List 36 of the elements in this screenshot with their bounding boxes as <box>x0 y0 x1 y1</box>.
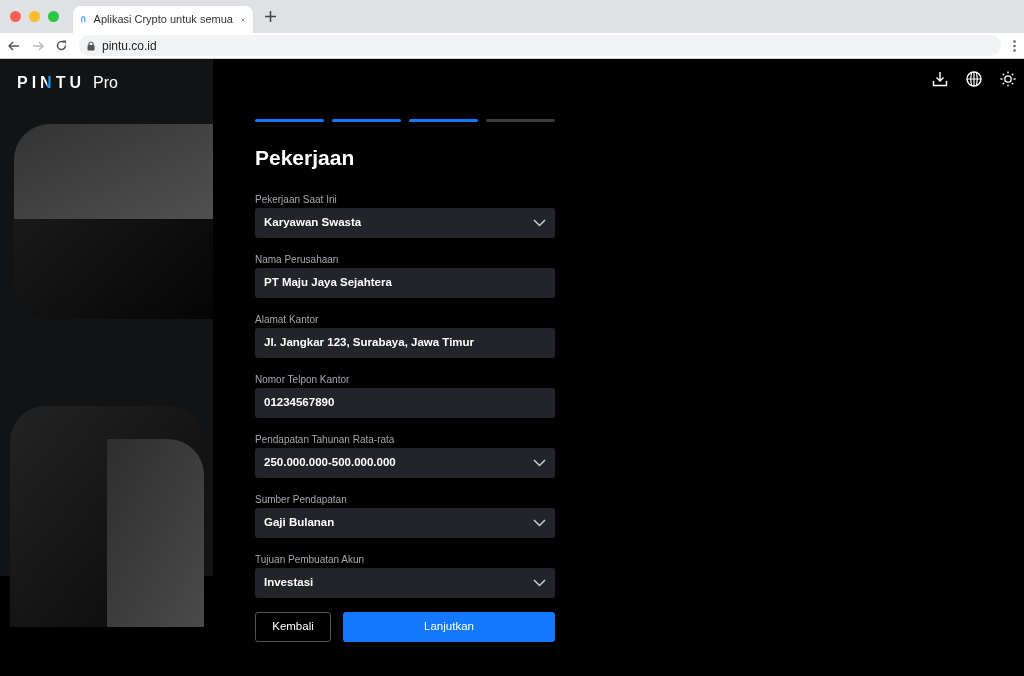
field-label: Pekerjaan Saat Ini <box>255 192 338 205</box>
browser-tab[interactable]: Aplikasi Crypto untuk semua <box>73 6 253 33</box>
input-field[interactable]: 01234567890 <box>255 387 555 418</box>
reload-icon[interactable] <box>56 40 67 51</box>
select-field[interactable]: Investasi <box>255 567 555 598</box>
chevron-down-icon <box>533 218 546 227</box>
globe-icon[interactable] <box>966 71 982 87</box>
select-field[interactable]: 250.000.000-500.000.000 <box>255 447 555 478</box>
chevron-down-icon <box>533 518 546 527</box>
logo-suffix: Pro <box>93 73 118 93</box>
lock-icon <box>87 40 95 51</box>
chevron-down-icon <box>533 458 546 467</box>
select-field[interactable]: Karyawan Swasta <box>255 207 555 238</box>
site-logo-icon <box>81 14 86 25</box>
back-arrow-icon[interactable] <box>8 40 20 51</box>
sun-icon[interactable] <box>1000 71 1016 87</box>
continue-button[interactable]: Lanjutkan <box>343 611 555 642</box>
select-field[interactable]: Gaji Bulanan <box>255 507 555 538</box>
field-label: Tujuan Pembuatan Akun <box>255 552 366 565</box>
address-bar[interactable]: pintu.co.id <box>79 35 1001 56</box>
close-icon[interactable] <box>240 15 245 24</box>
chevron-down-icon <box>533 578 546 587</box>
field-label: Alamat Kantor <box>255 312 320 325</box>
field-label: Nomor Telpon Kantor <box>255 372 351 385</box>
field-label: Nama Perusahaan <box>255 252 340 265</box>
menu-icon[interactable] <box>1013 39 1016 52</box>
download-icon[interactable] <box>932 71 948 87</box>
input-field[interactable]: Jl. Jangkar 123, Surabaya, Jawa Timur <box>255 327 555 358</box>
field-label: Pendapatan Tahunan Rata-rata <box>255 432 396 445</box>
tab-title: Aplikasi Crypto untuk semua <box>93 12 233 28</box>
back-button[interactable]: Kembali <box>255 611 331 642</box>
page-title: Pekerjaan <box>255 145 356 171</box>
url-text: pintu.co.id <box>102 37 157 55</box>
input-field[interactable]: PT Maju Jaya Sejahtera <box>255 267 555 298</box>
field-label: Sumber Pendapatan <box>255 492 348 505</box>
new-tab-icon[interactable] <box>265 11 276 22</box>
